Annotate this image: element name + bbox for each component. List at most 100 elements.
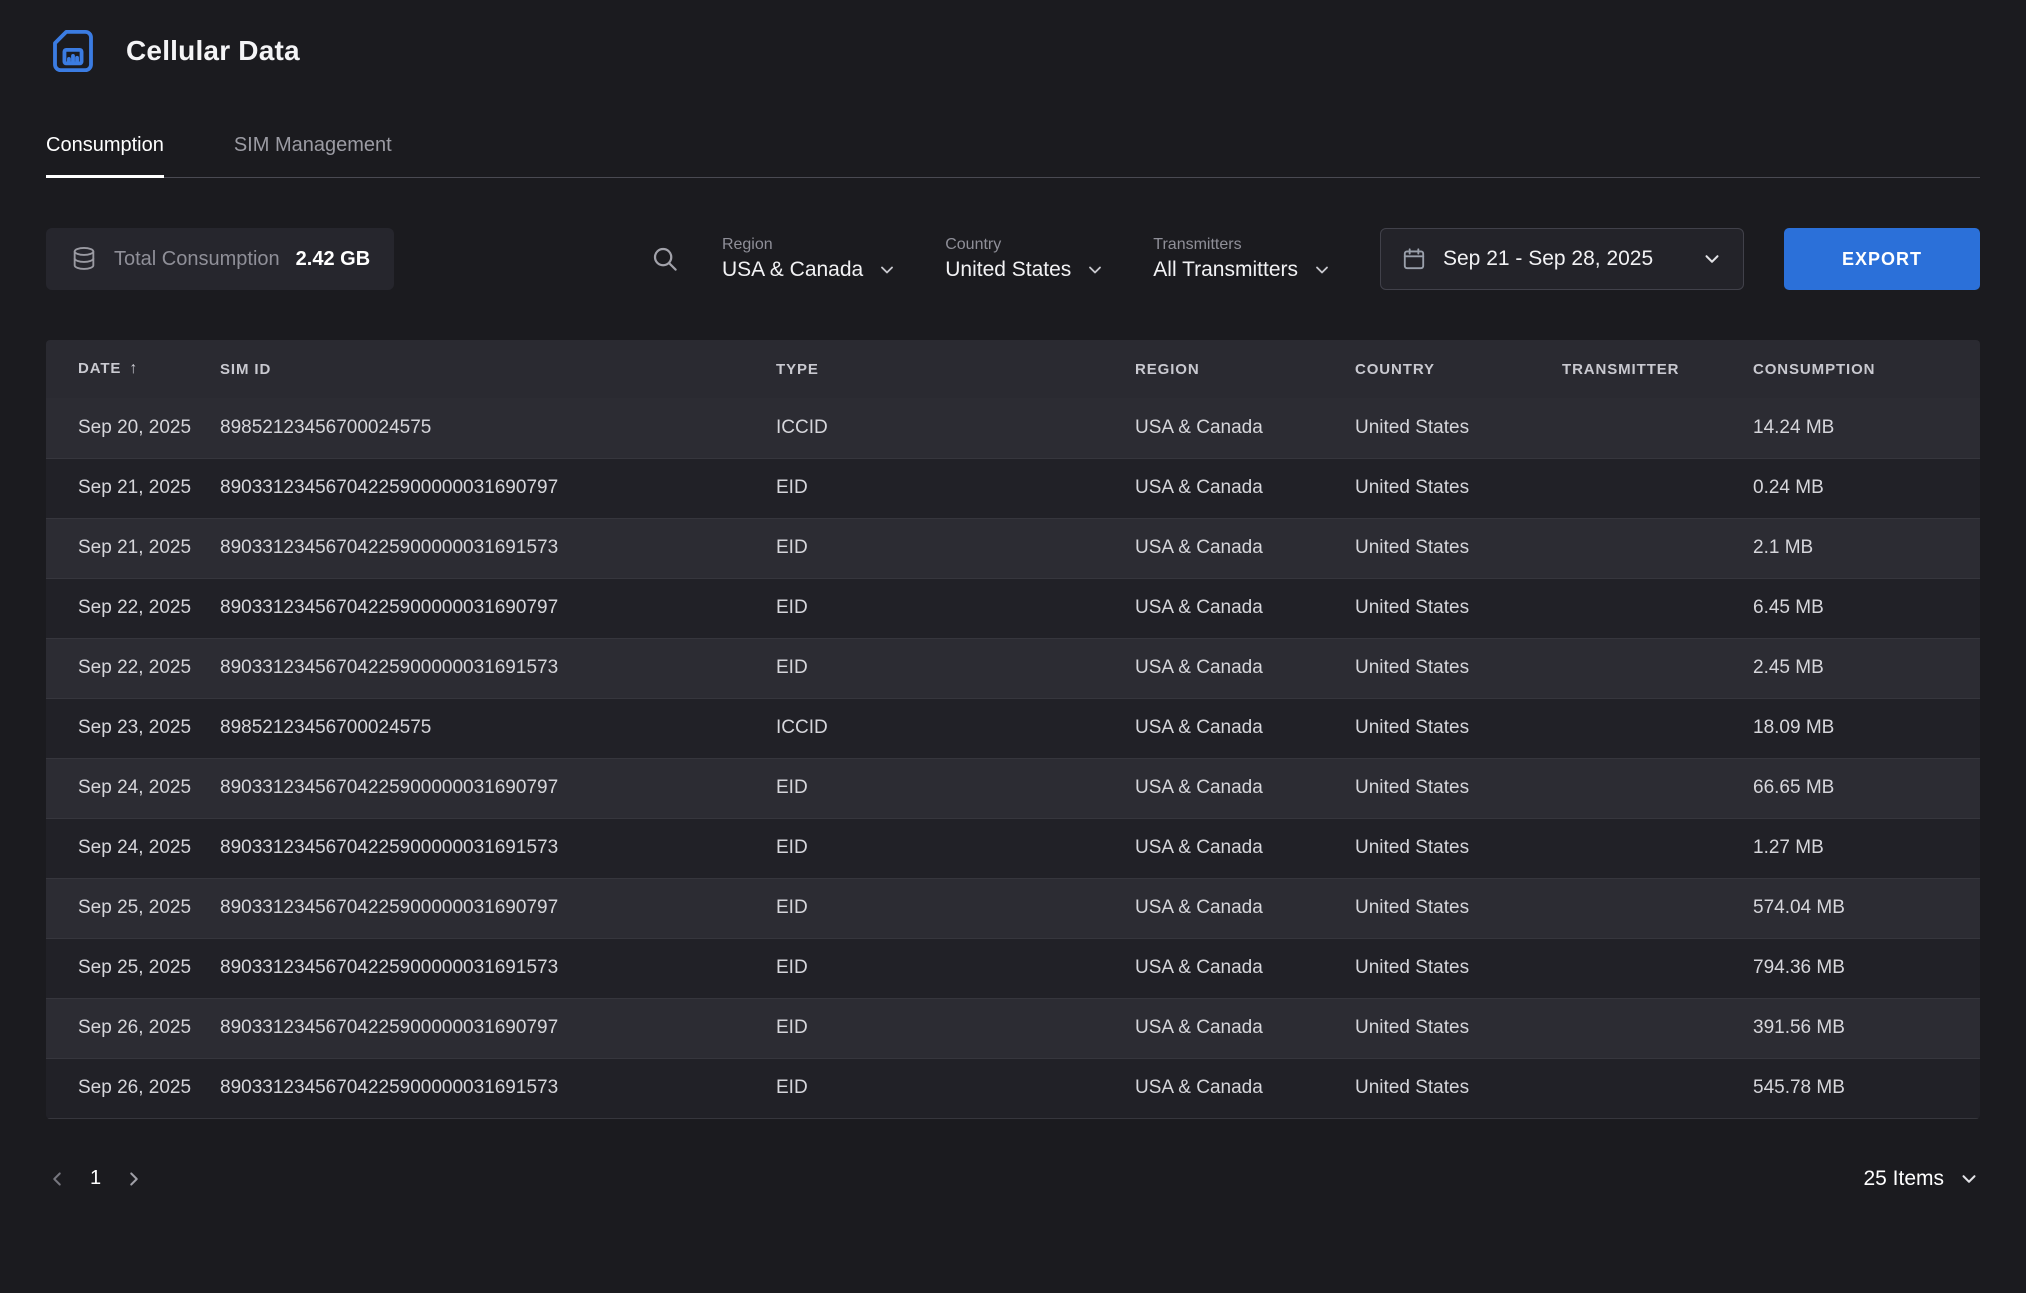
total-consumption-label: Total Consumption bbox=[114, 248, 280, 271]
column-header-transmitter[interactable]: TRANSMITTER bbox=[1546, 340, 1737, 398]
tab-bar: Consumption SIM Management bbox=[46, 134, 1980, 178]
total-consumption-badge: Total Consumption 2.42 GB bbox=[46, 228, 394, 290]
cell-type: ICCID bbox=[760, 398, 1119, 458]
cell-country: United States bbox=[1339, 638, 1546, 698]
column-header-date[interactable]: DATE↑ bbox=[46, 340, 204, 398]
country-filter-dropdown[interactable]: Country United States bbox=[945, 236, 1105, 282]
cell-consumption: 6.45 MB bbox=[1737, 578, 1980, 638]
cell-country: United States bbox=[1339, 578, 1546, 638]
cell-consumption: 66.65 MB bbox=[1737, 758, 1980, 818]
cell-type: EID bbox=[760, 758, 1119, 818]
cell-date: Sep 26, 2025 bbox=[46, 998, 204, 1058]
pager: 1 bbox=[46, 1167, 145, 1190]
cell-country: United States bbox=[1339, 758, 1546, 818]
cellular-data-page: Cellular Data Consumption SIM Management… bbox=[0, 0, 2026, 1191]
search-button[interactable] bbox=[650, 244, 680, 274]
table-row: Sep 25, 2025 890331234567042259000000316… bbox=[46, 938, 1980, 998]
cell-region: USA & Canada bbox=[1119, 938, 1339, 998]
column-header-sim-id[interactable]: SIM ID bbox=[204, 340, 760, 398]
column-header-region[interactable]: REGION bbox=[1119, 340, 1339, 398]
cell-sim-id: 89033123456704225900000031690797 bbox=[204, 998, 760, 1058]
cell-country: United States bbox=[1339, 818, 1546, 878]
cell-country: United States bbox=[1339, 878, 1546, 938]
table-row: Sep 21, 2025 890331234567042259000000316… bbox=[46, 458, 1980, 518]
country-filter-label: Country bbox=[945, 236, 1105, 254]
cell-region: USA & Canada bbox=[1119, 998, 1339, 1058]
cell-date: Sep 25, 2025 bbox=[46, 878, 204, 938]
current-page-number: 1 bbox=[90, 1167, 101, 1190]
next-page-button[interactable] bbox=[123, 1168, 145, 1190]
cell-transmitter bbox=[1546, 518, 1737, 578]
cell-sim-id: 89033123456704225900000031691573 bbox=[204, 938, 760, 998]
column-header-consumption[interactable]: CONSUMPTION bbox=[1737, 340, 1980, 398]
cell-transmitter bbox=[1546, 698, 1737, 758]
region-filter-value: USA & Canada bbox=[722, 258, 863, 282]
cell-date: Sep 21, 2025 bbox=[46, 518, 204, 578]
chevron-down-icon bbox=[1701, 248, 1723, 270]
cell-region: USA & Canada bbox=[1119, 638, 1339, 698]
items-per-page-value: 25 Items bbox=[1863, 1167, 1944, 1191]
table-row: Sep 21, 2025 890331234567042259000000316… bbox=[46, 518, 1980, 578]
cell-consumption: 1.27 MB bbox=[1737, 818, 1980, 878]
cell-region: USA & Canada bbox=[1119, 398, 1339, 458]
transmitters-filter-value: All Transmitters bbox=[1153, 258, 1298, 282]
table-row: Sep 25, 2025 890331234567042259000000316… bbox=[46, 878, 1980, 938]
cell-region: USA & Canada bbox=[1119, 878, 1339, 938]
cell-country: United States bbox=[1339, 518, 1546, 578]
table-row: Sep 20, 2025 89852123456700024575 ICCID … bbox=[46, 398, 1980, 458]
table-row: Sep 26, 2025 890331234567042259000000316… bbox=[46, 1058, 1980, 1118]
cell-transmitter bbox=[1546, 1058, 1737, 1118]
column-header-type[interactable]: TYPE bbox=[760, 340, 1119, 398]
cell-sim-id: 89033123456704225900000031691573 bbox=[204, 1058, 760, 1118]
cell-country: United States bbox=[1339, 458, 1546, 518]
cell-date: Sep 24, 2025 bbox=[46, 818, 204, 878]
tab-consumption[interactable]: Consumption bbox=[46, 134, 164, 177]
cell-country: United States bbox=[1339, 398, 1546, 458]
cell-consumption: 0.24 MB bbox=[1737, 458, 1980, 518]
cell-consumption: 574.04 MB bbox=[1737, 878, 1980, 938]
cell-consumption: 18.09 MB bbox=[1737, 698, 1980, 758]
cell-type: EID bbox=[760, 518, 1119, 578]
transmitters-filter-dropdown[interactable]: Transmitters All Transmitters bbox=[1153, 236, 1332, 282]
cell-transmitter bbox=[1546, 818, 1737, 878]
page-title: Cellular Data bbox=[126, 35, 300, 67]
cell-sim-id: 89033123456704225900000031690797 bbox=[204, 458, 760, 518]
cell-country: United States bbox=[1339, 938, 1546, 998]
cell-consumption: 2.1 MB bbox=[1737, 518, 1980, 578]
cell-consumption: 794.36 MB bbox=[1737, 938, 1980, 998]
transmitters-filter-label: Transmitters bbox=[1153, 236, 1332, 254]
table-row: Sep 24, 2025 890331234567042259000000316… bbox=[46, 758, 1980, 818]
cell-transmitter bbox=[1546, 458, 1737, 518]
items-per-page-dropdown[interactable]: 25 Items bbox=[1863, 1167, 1980, 1191]
cell-sim-id: 89852123456700024575 bbox=[204, 398, 760, 458]
cell-type: EID bbox=[760, 458, 1119, 518]
table-row: Sep 23, 2025 89852123456700024575 ICCID … bbox=[46, 698, 1980, 758]
table-body: Sep 20, 2025 89852123456700024575 ICCID … bbox=[46, 398, 1980, 1118]
previous-page-button[interactable] bbox=[46, 1168, 68, 1190]
toolbar: Total Consumption 2.42 GB Region USA & C… bbox=[46, 228, 1980, 290]
cell-region: USA & Canada bbox=[1119, 458, 1339, 518]
cell-sim-id: 89033123456704225900000031690797 bbox=[204, 578, 760, 638]
cell-date: Sep 20, 2025 bbox=[46, 398, 204, 458]
cell-date: Sep 26, 2025 bbox=[46, 1058, 204, 1118]
cell-date: Sep 22, 2025 bbox=[46, 638, 204, 698]
cell-type: EID bbox=[760, 578, 1119, 638]
table-row: Sep 24, 2025 890331234567042259000000316… bbox=[46, 818, 1980, 878]
cell-type: ICCID bbox=[760, 698, 1119, 758]
region-filter-label: Region bbox=[722, 236, 897, 254]
column-header-date-label: DATE bbox=[78, 360, 121, 377]
cell-type: EID bbox=[760, 638, 1119, 698]
table-row: Sep 22, 2025 890331234567042259000000316… bbox=[46, 578, 1980, 638]
search-icon bbox=[650, 244, 680, 274]
date-range-picker[interactable]: Sep 21 - Sep 28, 2025 bbox=[1380, 228, 1744, 290]
cell-country: United States bbox=[1339, 1058, 1546, 1118]
cell-consumption: 2.45 MB bbox=[1737, 638, 1980, 698]
tab-sim-management[interactable]: SIM Management bbox=[234, 134, 392, 177]
cell-sim-id: 89033123456704225900000031691573 bbox=[204, 818, 760, 878]
column-header-country[interactable]: COUNTRY bbox=[1339, 340, 1546, 398]
export-button[interactable]: EXPORT bbox=[1784, 228, 1980, 290]
cell-consumption: 545.78 MB bbox=[1737, 1058, 1980, 1118]
total-consumption-value: 2.42 GB bbox=[296, 248, 370, 271]
region-filter-dropdown[interactable]: Region USA & Canada bbox=[722, 236, 897, 282]
chevron-down-icon bbox=[877, 260, 897, 280]
